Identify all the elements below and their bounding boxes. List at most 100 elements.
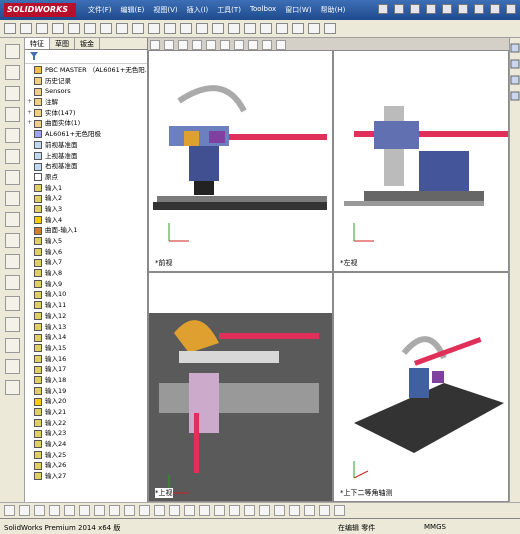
pattern-icon[interactable] [244, 23, 256, 34]
tree-node[interactable]: 输入26 [27, 460, 145, 471]
tree-node[interactable]: 输入10 [27, 289, 145, 300]
repair-icon[interactable] [292, 23, 304, 34]
tree-node[interactable]: 输入17 [27, 364, 145, 375]
grid-icon[interactable] [324, 23, 336, 34]
menu-item[interactable]: 视图(V) [153, 5, 177, 15]
quicksnap-icon[interactable] [308, 23, 320, 34]
status-units[interactable]: MMGS [424, 523, 446, 531]
tree-node[interactable]: 输入22 [27, 418, 145, 429]
bt9-icon[interactable] [124, 505, 135, 516]
fillet-feature-icon[interactable] [5, 149, 20, 164]
scene-icon[interactable] [262, 40, 272, 50]
mirror-feature-icon[interactable] [5, 296, 20, 311]
tree-node[interactable]: 输入9 [27, 279, 145, 290]
tree-node[interactable]: 输入2 [27, 193, 145, 204]
bt18-icon[interactable] [259, 505, 270, 516]
expand-icon[interactable]: + [27, 97, 34, 108]
tree-node[interactable]: 输入19 [27, 386, 145, 397]
help-icon[interactable] [506, 4, 516, 14]
menu-item[interactable]: 工具(T) [217, 5, 241, 15]
bt10-icon[interactable] [139, 505, 150, 516]
draft-icon[interactable] [5, 233, 20, 248]
loft-icon[interactable] [5, 107, 20, 122]
arc-icon[interactable] [84, 23, 96, 34]
tree-node[interactable]: 输入21 [27, 407, 145, 418]
tree-node[interactable]: 输入16 [27, 354, 145, 365]
tab-0[interactable]: 特征 [25, 38, 50, 49]
tree-node[interactable]: + 曲面实体(1) [27, 118, 145, 129]
rebuild-icon[interactable] [474, 4, 484, 14]
bt4-icon[interactable] [49, 505, 60, 516]
bt3-icon[interactable] [34, 505, 45, 516]
sweep-icon[interactable] [5, 86, 20, 101]
menu-item[interactable]: Toolbox [250, 5, 276, 15]
tree-node[interactable]: 输入12 [27, 311, 145, 322]
expand-icon[interactable]: + [27, 118, 34, 129]
bt15-icon[interactable] [214, 505, 225, 516]
bt1-icon[interactable] [4, 505, 15, 516]
tree-node[interactable]: 输入14 [27, 332, 145, 343]
move-icon[interactable] [260, 23, 272, 34]
options-icon[interactable] [490, 4, 500, 14]
tree-node[interactable]: 右视基准面 [27, 161, 145, 172]
bt2-icon[interactable] [19, 505, 30, 516]
chamfer-icon[interactable] [5, 170, 20, 185]
menu-item[interactable]: 编辑(E) [121, 5, 145, 15]
tree-node[interactable]: AL6061+无色阳极 [27, 129, 145, 140]
revolve-icon[interactable] [5, 65, 20, 80]
expand-icon[interactable]: + [27, 108, 34, 119]
rectangle-icon[interactable] [52, 23, 64, 34]
tree-node[interactable]: + 实体(147) [27, 108, 145, 119]
tree-node[interactable]: 输入24 [27, 439, 145, 450]
viewport-top[interactable]: *上视 [148, 272, 333, 502]
view-settings-icon[interactable] [276, 40, 286, 50]
tree-node[interactable]: 输入3 [27, 204, 145, 215]
bt8-icon[interactable] [109, 505, 120, 516]
bt7-icon[interactable] [94, 505, 105, 516]
tree-node[interactable]: 输入25 [27, 450, 145, 461]
tree-node[interactable]: 上视基准面 [27, 151, 145, 162]
bt6-icon[interactable] [79, 505, 90, 516]
viewport-front[interactable]: *前视 [148, 50, 333, 272]
bt19-icon[interactable] [274, 505, 285, 516]
tree-node[interactable]: 输入4 [27, 215, 145, 226]
cut-icon[interactable] [5, 128, 20, 143]
tree-node[interactable]: 前视基准面 [27, 140, 145, 151]
bt5-icon[interactable] [64, 505, 75, 516]
plane-icon[interactable] [5, 317, 20, 332]
tree-node[interactable]: 输入20 [27, 396, 145, 407]
undo-icon[interactable] [442, 4, 452, 14]
tree-node[interactable]: Sensors [27, 86, 145, 97]
tree-node[interactable]: 原点 [27, 172, 145, 183]
instant3d-icon[interactable] [5, 380, 20, 395]
circle-icon[interactable] [68, 23, 80, 34]
line-icon[interactable] [36, 23, 48, 34]
tree-node[interactable]: 输入23 [27, 428, 145, 439]
viewport-iso[interactable]: *上下二等角轴测 [333, 272, 509, 502]
spline-icon[interactable] [100, 23, 112, 34]
tree-node[interactable]: 输入18 [27, 375, 145, 386]
viewport-left[interactable]: *左视 [333, 50, 509, 272]
appearance-icon[interactable] [248, 40, 258, 50]
extrude-icon[interactable] [5, 44, 20, 59]
view-orient-icon[interactable] [206, 40, 216, 50]
tree-node[interactable]: 输入1 [27, 183, 145, 194]
bt12-icon[interactable] [169, 505, 180, 516]
bt21-icon[interactable] [304, 505, 315, 516]
rib-icon[interactable] [5, 191, 20, 206]
bt23-icon[interactable] [334, 505, 345, 516]
print-icon[interactable] [426, 4, 436, 14]
hole-icon[interactable] [5, 254, 20, 269]
save-icon[interactable] [410, 4, 420, 14]
bt14-icon[interactable] [199, 505, 210, 516]
axis-icon[interactable] [5, 338, 20, 353]
bt13-icon[interactable] [184, 505, 195, 516]
tree-node[interactable]: 输入5 [27, 236, 145, 247]
menu-item[interactable]: 窗口(W) [285, 5, 311, 15]
tree-node[interactable]: 输入8 [27, 268, 145, 279]
tab-2[interactable]: 钣金 [75, 38, 100, 49]
zoom-fit-icon[interactable] [150, 40, 160, 50]
bt11-icon[interactable] [154, 505, 165, 516]
open-icon[interactable] [394, 4, 404, 14]
tree-node[interactable]: 输入15 [27, 343, 145, 354]
